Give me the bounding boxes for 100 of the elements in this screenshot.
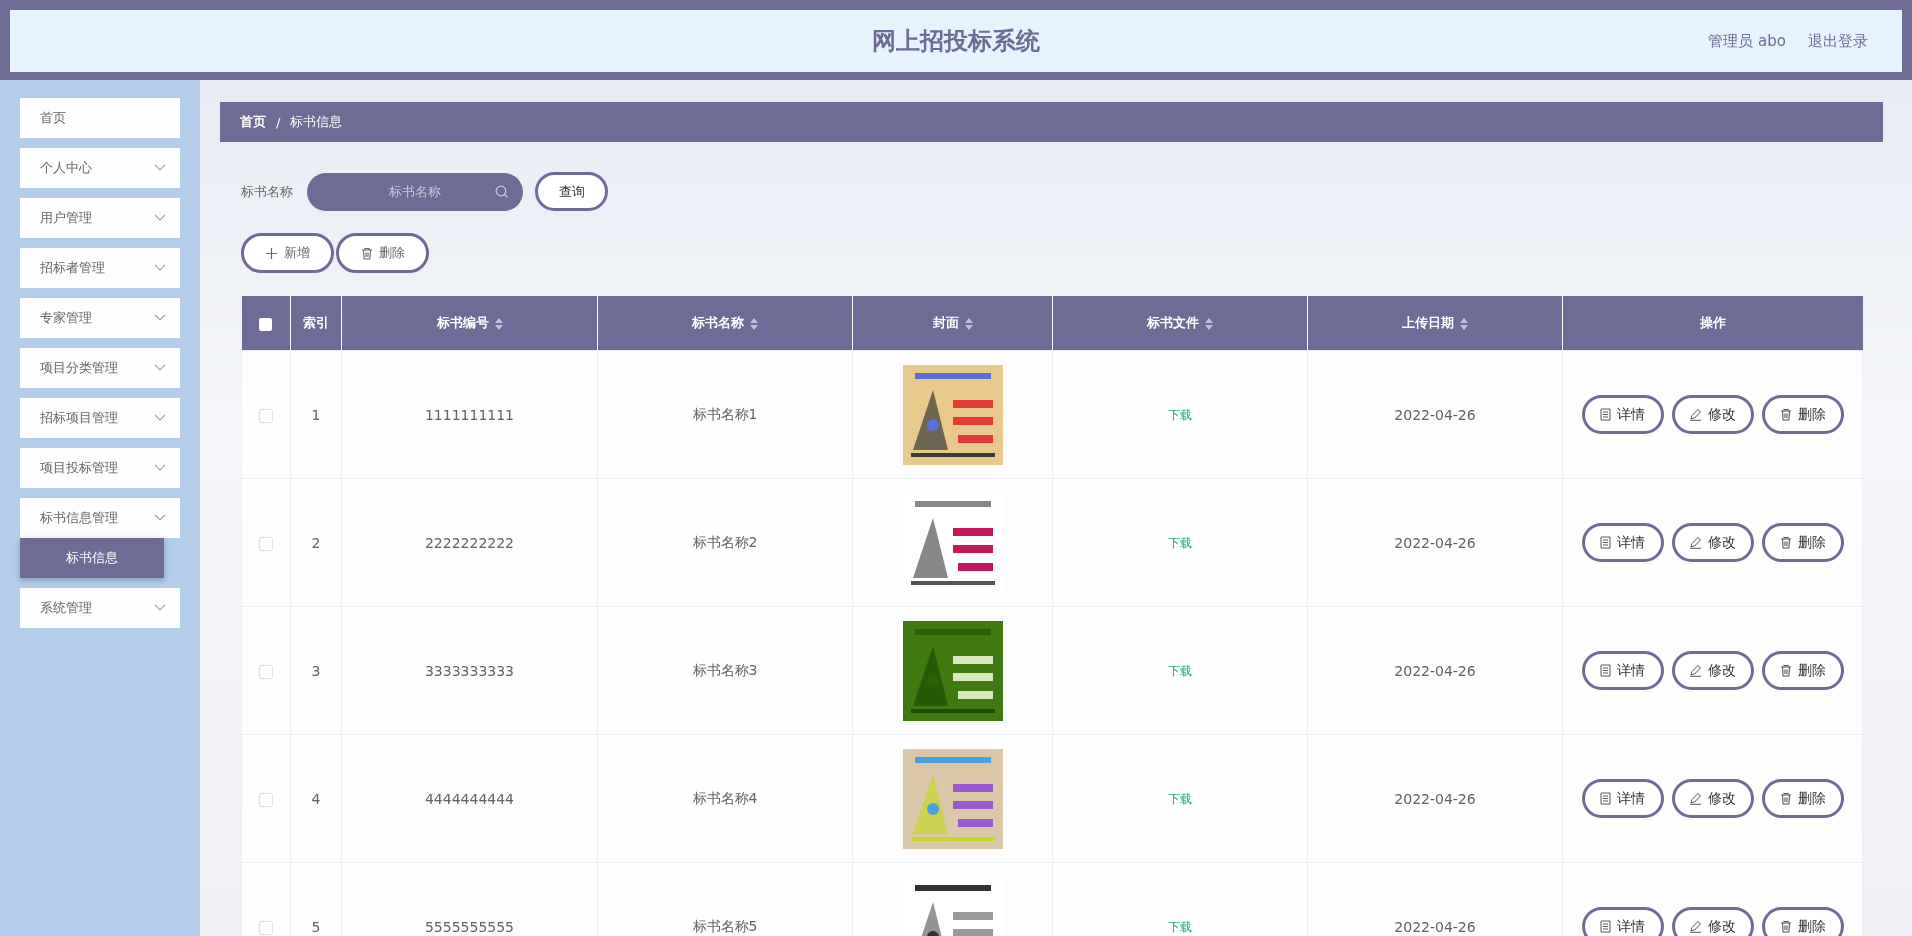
table-cell: 3333333333: [424, 662, 515, 679]
download-link[interactable]: 下载: [1168, 791, 1192, 806]
breadcrumb-item[interactable]: 首页: [240, 113, 266, 131]
table-cell: 1: [311, 406, 321, 423]
pencil-icon: [1689, 536, 1702, 549]
row-checkbox[interactable]: [259, 408, 273, 423]
row-checkbox[interactable]: [259, 792, 273, 807]
sort-icon[interactable]: [1460, 317, 1468, 330]
table-cell: 2: [311, 534, 321, 551]
search-label: 标书名称: [241, 182, 293, 201]
query-button[interactable]: 查询: [535, 172, 608, 211]
trash-icon: [360, 246, 373, 260]
detail-button[interactable]: 详情: [1581, 523, 1664, 562]
delete-button[interactable]: 删除: [1761, 907, 1844, 936]
chevron-icon: [154, 314, 166, 322]
breadcrumb-separator: /: [276, 114, 281, 130]
delete-button[interactable]: 删除: [1761, 779, 1844, 818]
detail-button[interactable]: 详情: [1581, 395, 1664, 434]
detail-button[interactable]: 详情: [1581, 907, 1664, 936]
download-link[interactable]: 下载: [1168, 535, 1192, 550]
table-cell: 4444444444: [424, 790, 515, 807]
pencil-icon: [1689, 408, 1702, 421]
logout-link[interactable]: 退出登录: [1808, 31, 1868, 51]
document-icon: [1600, 408, 1611, 421]
table-cell: 2022-04-26: [1394, 406, 1476, 423]
download-link[interactable]: 下载: [1168, 663, 1192, 678]
edit-button[interactable]: 修改: [1671, 395, 1754, 434]
menu-item[interactable]: 用户管理: [20, 198, 180, 238]
edit-button[interactable]: 修改: [1671, 651, 1754, 690]
submenu-item[interactable]: 标书信息: [20, 538, 164, 578]
table-cell: 1111111111: [424, 406, 515, 423]
chevron-icon: [154, 464, 166, 472]
menu-item[interactable]: 项目分类管理: [20, 348, 180, 388]
menu-item[interactable]: 标书信息管理: [20, 498, 180, 538]
detail-button[interactable]: 详情: [1581, 651, 1664, 690]
column-header[interactable]: 封面: [852, 296, 1053, 351]
trash-icon: [1779, 920, 1792, 933]
table-cell: 标书名称1: [692, 405, 758, 422]
column-header[interactable]: 标书文件: [1052, 296, 1308, 351]
menu-item[interactable]: 项目投标管理: [20, 448, 180, 488]
chevron-icon: [154, 264, 166, 272]
table-cell: 标书名称5: [692, 917, 758, 934]
sort-icon[interactable]: [750, 317, 758, 330]
row-checkbox[interactable]: [259, 536, 273, 551]
menu-item[interactable]: 首页: [20, 98, 180, 138]
table-cell: 2222222222: [424, 534, 515, 551]
table-cell: 3: [311, 662, 321, 679]
row-checkbox[interactable]: [259, 920, 273, 935]
menu-item[interactable]: 专家管理: [20, 298, 180, 338]
pencil-icon: [1689, 920, 1702, 933]
document-icon: [1600, 920, 1611, 933]
delete-button[interactable]: 删除: [336, 233, 429, 273]
add-button[interactable]: 新增: [241, 233, 334, 273]
column-header[interactable]: 索引: [290, 296, 342, 351]
table-cell: 标书名称2: [692, 533, 758, 550]
row-checkbox[interactable]: [259, 664, 273, 679]
menu-item[interactable]: 个人中心: [20, 148, 180, 188]
chevron-icon: [154, 414, 166, 422]
download-link[interactable]: 下载: [1168, 919, 1192, 934]
table-cell: 5: [311, 918, 321, 935]
edit-button[interactable]: 修改: [1671, 907, 1754, 936]
sort-icon[interactable]: [494, 317, 503, 330]
menu-item[interactable]: 系统管理: [20, 588, 180, 628]
table-cell: 标书名称4: [692, 789, 758, 806]
document-icon: [1600, 664, 1611, 677]
column-header[interactable]: 标书名称: [597, 296, 853, 351]
table-cell: 4: [311, 790, 321, 807]
document-icon: [1600, 792, 1611, 805]
app-title: 网上招投标系统: [872, 26, 1040, 57]
trash-icon: [1779, 792, 1792, 805]
edit-button[interactable]: 修改: [1671, 779, 1754, 818]
column-header[interactable]: 上传日期: [1307, 296, 1563, 351]
column-header[interactable]: 标书编号: [341, 296, 598, 351]
chevron-icon: [154, 514, 166, 522]
delete-button[interactable]: 删除: [1761, 395, 1844, 434]
menu-item[interactable]: 招标项目管理: [20, 398, 180, 438]
table-cell: 标书名称3: [692, 661, 758, 678]
search-icon: [495, 184, 509, 199]
trash-icon: [1779, 536, 1792, 549]
delete-button[interactable]: 删除: [1761, 651, 1844, 690]
search-field[interactable]: 标书名称: [307, 172, 523, 211]
table-cell: 2022-04-26: [1394, 534, 1476, 551]
download-link[interactable]: 下载: [1168, 407, 1192, 422]
detail-button[interactable]: 详情: [1581, 779, 1664, 818]
menu-item[interactable]: 招标者管理: [20, 248, 180, 288]
trash-icon: [1779, 664, 1792, 677]
edit-button[interactable]: 修改: [1671, 523, 1754, 562]
sort-icon[interactable]: [1205, 317, 1213, 330]
delete-button[interactable]: 删除: [1761, 523, 1844, 562]
trash-icon: [1779, 408, 1792, 421]
table-cell: 5555555555: [424, 918, 515, 935]
select-all-checkbox[interactable]: [259, 317, 273, 331]
chevron-icon: [154, 214, 166, 222]
document-icon: [1600, 536, 1611, 549]
sort-icon[interactable]: [964, 317, 973, 330]
user-name: 管理员 abo: [1708, 31, 1786, 51]
chevron-icon: [154, 164, 166, 172]
table-cell: 2022-04-26: [1394, 918, 1476, 935]
column-header[interactable]: 操作: [1562, 296, 1863, 351]
chevron-icon: [154, 364, 166, 372]
